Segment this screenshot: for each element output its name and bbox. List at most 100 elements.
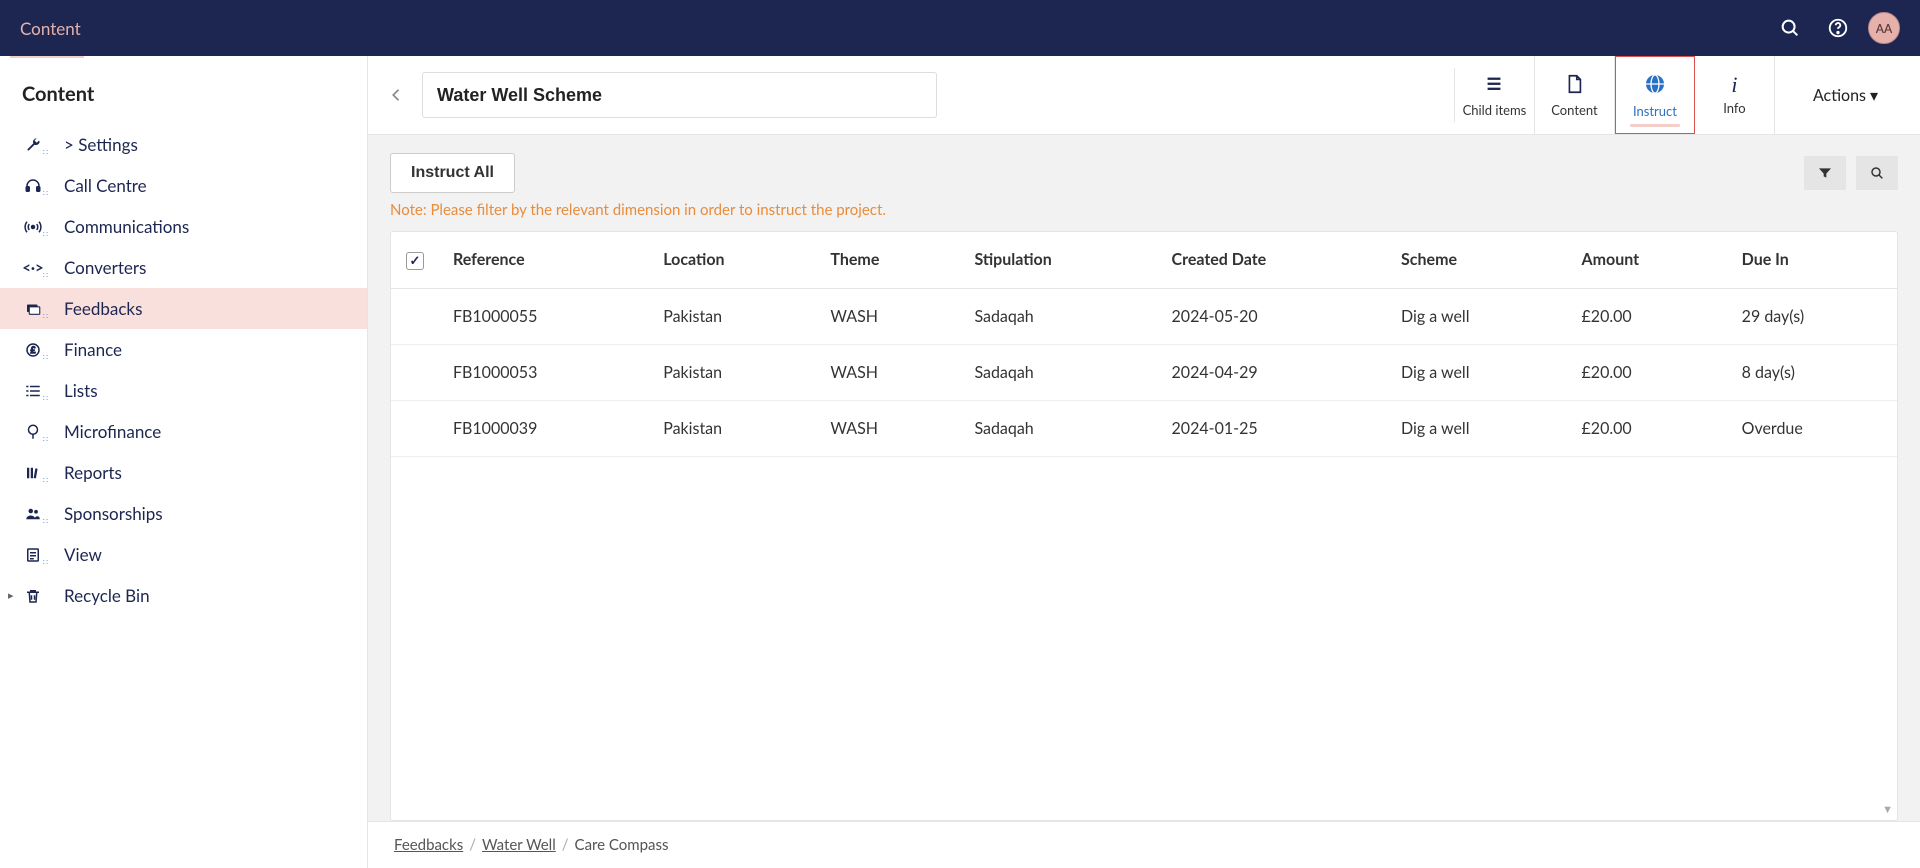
sidebar-item-label: Feedbacks [64, 298, 142, 319]
tab-instruct[interactable]: Instruct [1615, 56, 1695, 134]
sidebar: Content ∷> Settings∷Call Centre∷Communic… [0, 56, 368, 868]
sidebar-item-label: Communications [64, 216, 189, 237]
sidebar-item--settings[interactable]: ∷ > Settings [0, 124, 367, 165]
headset-icon: ∷ [22, 177, 44, 195]
sidebar-item-finance[interactable]: £∷Finance [0, 329, 367, 370]
topbar: Content AA [0, 0, 1920, 56]
tab-info[interactable]: iInfo [1695, 56, 1775, 134]
sidebar-item-label: Recycle Bin [64, 585, 150, 606]
wrench-icon: ∷ [22, 136, 44, 154]
sidebar-item-lists[interactable]: ∷ Lists [0, 370, 367, 411]
sidebar-item-label: Reports [64, 462, 122, 483]
page-title-input[interactable] [422, 72, 937, 118]
cell-stipulation: Sadaqah [960, 400, 1157, 456]
cell-scheme: Dig a well [1387, 400, 1567, 456]
filter-button[interactable] [1804, 156, 1846, 190]
column-header[interactable]: Reference [439, 232, 649, 288]
breadcrumb-link[interactable]: Feedbacks [394, 836, 463, 854]
actions-label: Actions [1813, 86, 1866, 105]
svg-text:£: £ [31, 345, 36, 355]
chevron-down-icon: ▾ [1870, 86, 1878, 105]
cell-created: 2024-04-29 [1158, 344, 1388, 400]
table-row[interactable]: FB1000055PakistanWASHSadaqah2024-05-20Di… [391, 288, 1897, 344]
sidebar-item-label: > Settings [64, 134, 138, 155]
breadcrumb-current: Care Compass [575, 836, 669, 854]
sidebar-item-reports[interactable]: ∷ Reports [0, 452, 367, 493]
sidebar-item-microfinance[interactable]: ∷Microfinance [0, 411, 367, 452]
column-header[interactable]: Stipulation [960, 232, 1157, 288]
search-icon[interactable] [1772, 10, 1808, 46]
list-icon: ∷ [22, 382, 44, 400]
cell-amount: £20.00 [1568, 288, 1728, 344]
back-button[interactable] [388, 86, 406, 104]
column-header[interactable]: Amount [1568, 232, 1728, 288]
sidebar-item-recycle-bin[interactable]: Recycle Bin [0, 575, 367, 616]
filter-note: Note: Please filter by the relevant dime… [368, 201, 1920, 231]
filter-icon [1817, 165, 1833, 181]
cell-stipulation: Sadaqah [960, 344, 1157, 400]
select-all-checkbox[interactable]: ✓ [406, 252, 424, 270]
cell-amount: £20.00 [1568, 400, 1728, 456]
main-header: Child items Content Instruct iInfo Actions … [368, 56, 1920, 135]
search-icon [1869, 165, 1885, 181]
cell-location: Pakistan [649, 400, 816, 456]
cell-theme: WASH [816, 344, 960, 400]
search-button[interactable] [1856, 156, 1898, 190]
sidebar-item-view[interactable]: ∷View [0, 534, 367, 575]
cell-theme: WASH [816, 288, 960, 344]
sidebar-item-label: Lists [64, 380, 98, 401]
cell-created: 2024-05-20 [1158, 288, 1388, 344]
feedback-table: ✓ ReferenceLocationThemeStipulationCreate… [391, 232, 1897, 457]
actions-dropdown[interactable]: Actions ▾ [1791, 86, 1900, 105]
table-row[interactable]: FB1000053PakistanWASHSadaqah2024-04-29Di… [391, 344, 1897, 400]
cell-scheme: Dig a well [1387, 344, 1567, 400]
instruct-all-button[interactable]: Instruct All [390, 153, 515, 193]
cell-theme: WASH [816, 400, 960, 456]
sidebar-item-label: Microfinance [64, 421, 161, 442]
column-header[interactable]: Due In [1728, 232, 1897, 288]
cell-amount: £20.00 [1568, 344, 1728, 400]
books-icon: ∷ [22, 464, 44, 482]
code-icon: <·>∷ [22, 259, 44, 277]
layers-icon: ∷ [22, 300, 44, 318]
column-header[interactable]: Theme [816, 232, 960, 288]
breadcrumb: Feedbacks/Water Well/Care Compass [368, 821, 1920, 868]
scroll-hint: ▼ [1882, 803, 1893, 816]
sidebar-item-converters[interactable]: <·>∷Converters [0, 247, 367, 288]
main: Child items Content Instruct iInfo Actions … [368, 56, 1920, 868]
tab-child-items[interactable]: Child items [1455, 56, 1535, 134]
column-header[interactable]: Scheme [1387, 232, 1567, 288]
sidebar-item-label: Finance [64, 339, 122, 360]
trash-icon [22, 587, 44, 605]
sidebar-item-call-centre[interactable]: ∷Call Centre [0, 165, 367, 206]
sidebar-item-label: Sponsorships [64, 503, 163, 524]
table-row[interactable]: FB1000039PakistanWASHSadaqah2024-01-25Di… [391, 400, 1897, 456]
column-header[interactable]: Location [649, 232, 816, 288]
help-icon[interactable] [1820, 10, 1856, 46]
cell-created: 2024-01-25 [1158, 400, 1388, 456]
toolbar: Instruct All [368, 135, 1920, 201]
sidebar-item-communications[interactable]: ∷ Communications [0, 206, 367, 247]
cell-due: 8 day(s) [1728, 344, 1897, 400]
tab-content[interactable]: Content [1535, 56, 1615, 134]
sidebar-item-feedbacks[interactable]: ∷ Feedbacks [0, 288, 367, 329]
sidebar-item-sponsorships[interactable]: ∷ Sponsorships [0, 493, 367, 534]
cell-location: Pakistan [649, 288, 816, 344]
cell-location: Pakistan [649, 344, 816, 400]
broadcast-icon: ∷ [22, 218, 44, 236]
column-header[interactable]: Created Date [1158, 232, 1388, 288]
cell-scheme: Dig a well [1387, 288, 1567, 344]
cell-reference: FB1000055 [439, 288, 649, 344]
avatar[interactable]: AA [1868, 12, 1900, 44]
cell-reference: FB1000039 [439, 400, 649, 456]
page-icon [1563, 73, 1585, 98]
tab-label: Instruct [1633, 103, 1677, 119]
people-icon: ∷ [22, 505, 44, 523]
sidebar-title: Content [0, 56, 367, 124]
cell-due: 29 day(s) [1728, 288, 1897, 344]
tab-strip: Child itemsContentInstructiInfo [1454, 68, 1775, 122]
tree-icon [1483, 73, 1505, 98]
breadcrumb-link[interactable]: Water Well [482, 836, 556, 854]
tab-label: Child items [1463, 102, 1527, 118]
info-i-icon: i [1731, 74, 1737, 96]
